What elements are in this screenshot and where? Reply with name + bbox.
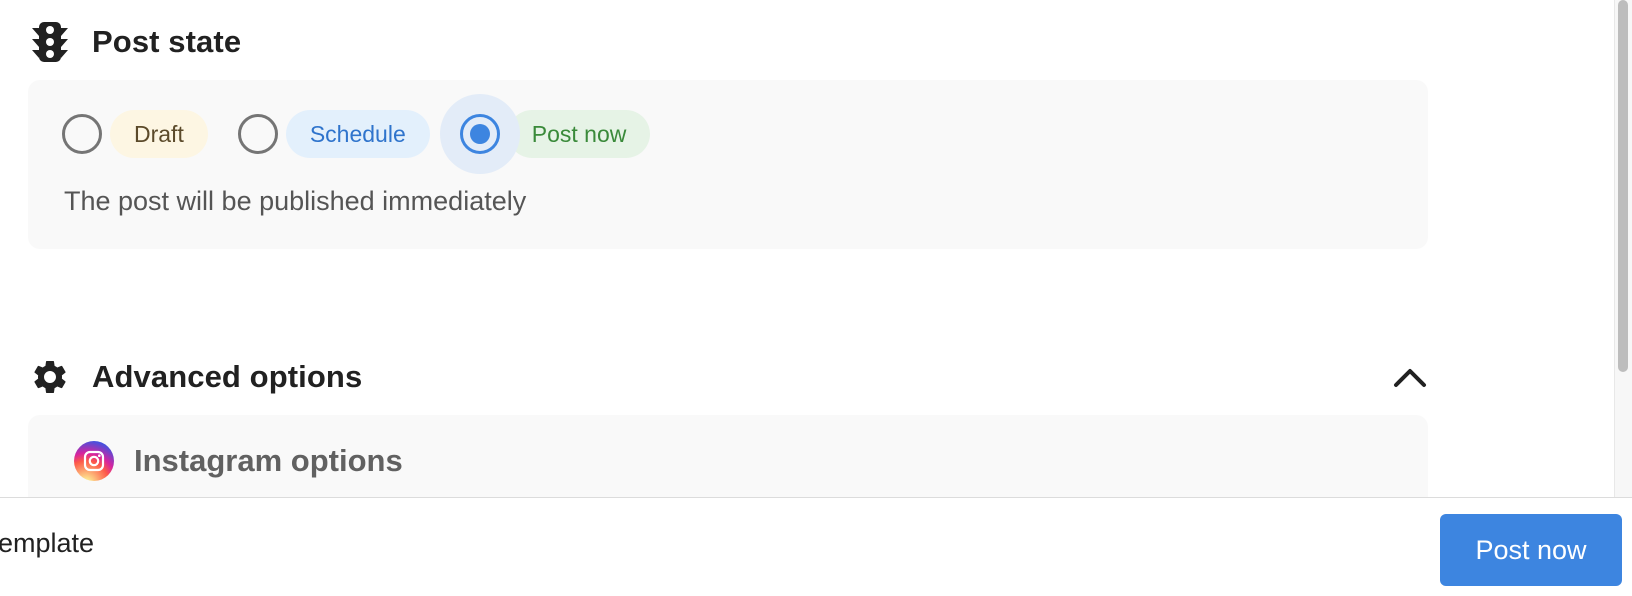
advanced-options-header[interactable]: Advanced options bbox=[30, 357, 362, 397]
advanced-options-title: Advanced options bbox=[92, 359, 363, 394]
instagram-icon bbox=[74, 441, 114, 481]
instagram-options-label: Instagram options bbox=[134, 443, 403, 478]
post-now-button[interactable]: Post now bbox=[1440, 514, 1622, 586]
post-now-radio-focus-halo bbox=[439, 94, 520, 174]
advanced-options-card: Instagram options bbox=[28, 415, 1428, 497]
post-state-header: Post state bbox=[30, 22, 241, 62]
post-state-status-text: The post will be published immediately bbox=[64, 186, 527, 216]
instagram-options-row[interactable]: Instagram options bbox=[74, 441, 403, 481]
scrollbar[interactable] bbox=[1614, 0, 1632, 497]
post-state-radio-group: Draft Schedule Post now bbox=[62, 94, 680, 174]
post-state-card: Draft Schedule Post now The post will be… bbox=[28, 80, 1428, 249]
schedule-chip[interactable]: Schedule bbox=[285, 110, 430, 158]
scrollbar-thumb[interactable] bbox=[1618, 0, 1628, 372]
gear-icon bbox=[30, 357, 70, 397]
draft-radio[interactable] bbox=[62, 114, 102, 154]
option-post-now[interactable]: Post now bbox=[439, 94, 651, 174]
scroll-area: Post state Draft Schedule Post now The p… bbox=[0, 0, 1614, 497]
post-now-chip[interactable]: Post now bbox=[507, 110, 651, 158]
draft-chip[interactable]: Draft bbox=[110, 110, 208, 158]
option-draft[interactable]: Draft bbox=[62, 110, 208, 158]
traffic-light-icon bbox=[30, 22, 70, 62]
schedule-radio[interactable] bbox=[237, 114, 278, 154]
template-button[interactable]: emplate bbox=[0, 528, 94, 559]
post-now-radio[interactable] bbox=[459, 114, 500, 154]
chevron-up-icon[interactable] bbox=[1390, 361, 1430, 393]
footer-bar: emplate Post now bbox=[0, 497, 1632, 596]
option-schedule[interactable]: Schedule bbox=[237, 110, 430, 158]
page: Post state Draft Schedule Post now The p… bbox=[0, 0, 1632, 596]
post-state-title: Post state bbox=[92, 24, 242, 59]
